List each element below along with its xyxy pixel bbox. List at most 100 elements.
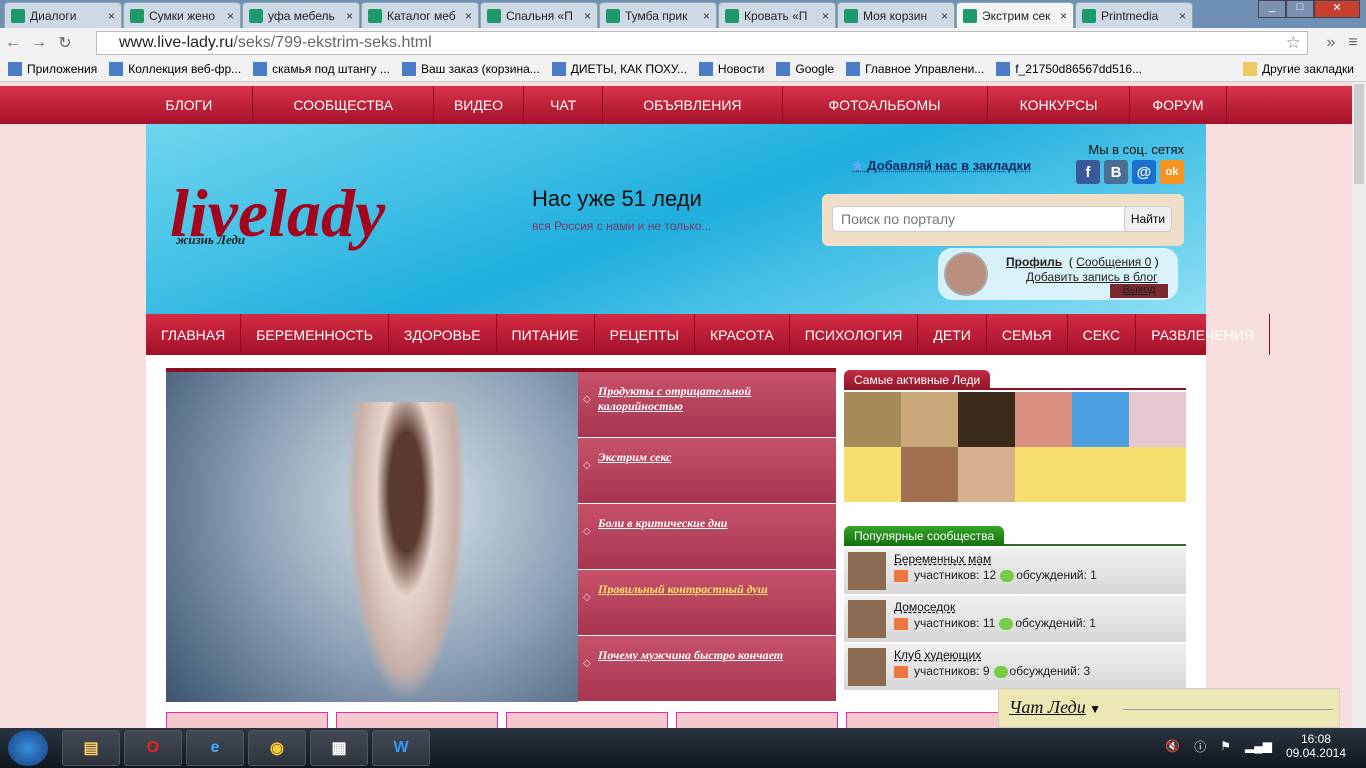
- category-nav-item[interactable]: БЕРЕМЕННОСТЬ: [241, 314, 389, 355]
- close-tab-icon[interactable]: ×: [465, 9, 472, 23]
- article-item[interactable]: Продукты с отрицательной калорийностью: [578, 372, 836, 438]
- messages-link[interactable]: Сообщения 0: [1076, 255, 1151, 269]
- tab[interactable]: Кровать «П ×: [718, 2, 836, 28]
- tab[interactable]: Диалоги ×: [4, 2, 122, 28]
- signal-icon[interactable]: ▂▄▆: [1245, 739, 1272, 753]
- bookmark-item[interactable]: f_21750d86567dd516...: [996, 62, 1142, 76]
- close-button[interactable]: ✕: [1314, 0, 1360, 18]
- category-nav-item[interactable]: ГЛАВНАЯ: [146, 314, 242, 355]
- exit-link[interactable]: Выход: [1110, 284, 1168, 298]
- opera-taskbar-icon[interactable]: O: [124, 730, 182, 766]
- community-avatar[interactable]: [848, 552, 886, 590]
- bookmark-item[interactable]: Приложения: [8, 62, 97, 76]
- volume-icon[interactable]: 🔇: [1165, 739, 1180, 753]
- word-taskbar-icon[interactable]: W: [372, 730, 430, 766]
- avatar[interactable]: [944, 252, 988, 296]
- article-link[interactable]: Правильный контрастный душ: [598, 582, 768, 596]
- close-tab-icon[interactable]: ×: [1060, 9, 1067, 23]
- community-link[interactable]: Домоседок: [894, 596, 955, 614]
- profile-link[interactable]: Профиль: [1006, 255, 1062, 269]
- lady-avatar[interactable]: [1129, 392, 1186, 447]
- tab[interactable]: Printmedia ×: [1075, 2, 1193, 28]
- menu-icon[interactable]: ≡: [1340, 34, 1366, 52]
- topnav-item[interactable]: ОБЪЯВЛЕНИЯ: [603, 86, 783, 124]
- category-nav-item[interactable]: ПСИХОЛОГИЯ: [790, 314, 919, 355]
- bookmark-item[interactable]: ДИЕТЫ, КАК ПОХУ...: [551, 62, 687, 76]
- lady-avatar[interactable]: [958, 392, 1015, 447]
- featured-photo[interactable]: [166, 372, 578, 702]
- article-item[interactable]: Экстрим секс: [578, 438, 836, 504]
- bookmark-item[interactable]: Google: [776, 62, 834, 76]
- chevron-down-icon[interactable]: ▼: [1089, 702, 1101, 716]
- bookmark-item[interactable]: Коллекция веб-фр...: [109, 62, 241, 76]
- calculator-taskbar-icon[interactable]: ▦: [310, 730, 368, 766]
- topnav-item[interactable]: СООБЩЕСТВА: [253, 86, 434, 124]
- info-icon[interactable]: ⓘ: [1194, 738, 1206, 755]
- lady-avatar[interactable]: [1015, 447, 1072, 502]
- reload-icon[interactable]: ↻: [52, 33, 78, 53]
- article-item[interactable]: Почему мужчина быстро кончает: [578, 636, 836, 702]
- article-item[interactable]: Правильный контрастный душ: [578, 570, 836, 636]
- category-nav-item[interactable]: ЗДОРОВЬЕ: [389, 314, 497, 355]
- article-item[interactable]: Боли в критические дни: [578, 504, 836, 570]
- category-nav-item[interactable]: РЕЦЕПТЫ: [595, 314, 695, 355]
- lady-avatar[interactable]: [958, 447, 1015, 502]
- search-button[interactable]: Найти: [1124, 206, 1172, 232]
- lady-avatar[interactable]: [844, 392, 901, 447]
- close-tab-icon[interactable]: ×: [703, 9, 710, 23]
- bookmark-item[interactable]: Ваш заказ (корзина...: [401, 62, 540, 76]
- bookmark-item[interactable]: Главное Управлени...: [846, 62, 984, 76]
- topnav-item[interactable]: КОНКУРСЫ: [988, 86, 1131, 124]
- category-nav-item[interactable]: РАЗВЛЕЧЕНИЯ: [1136, 314, 1270, 355]
- lady-avatar[interactable]: [1129, 447, 1186, 502]
- category-nav-item[interactable]: СЕКС: [1068, 314, 1137, 355]
- article-link[interactable]: Продукты с отрицательной калорийностью: [598, 384, 751, 413]
- tab[interactable]: Моя корзин ×: [837, 2, 955, 28]
- bookmark-item[interactable]: скамья под штангу ...: [253, 62, 390, 76]
- chat-link[interactable]: Чат Леди: [1009, 697, 1086, 717]
- close-tab-icon[interactable]: ×: [346, 9, 353, 23]
- tab[interactable]: Экстрим сек ×: [956, 2, 1074, 28]
- category-nav-item[interactable]: КРАСОТА: [695, 314, 790, 355]
- site-logo[interactable]: livelady жизнь Леди: [170, 174, 385, 253]
- url-input[interactable]: www.live-lady.ru/seks/799-ekstrim-seks.h…: [96, 31, 1308, 55]
- explorer-taskbar-icon[interactable]: ▤: [62, 730, 120, 766]
- search-input[interactable]: [832, 206, 1132, 232]
- ie-taskbar-icon[interactable]: e: [186, 730, 244, 766]
- topnav-item[interactable]: ФОРУМ: [1130, 86, 1227, 124]
- article-link[interactable]: Экстрим секс: [598, 450, 671, 464]
- clock[interactable]: 16:08 09.04.2014: [1286, 732, 1346, 760]
- topnav-item[interactable]: БЛОГИ: [125, 86, 254, 124]
- close-tab-icon[interactable]: ×: [584, 9, 591, 23]
- article-link[interactable]: Боли в критические дни: [598, 516, 727, 530]
- back-icon[interactable]: ←: [0, 34, 26, 52]
- topnav-item[interactable]: ВИДЕО: [434, 86, 525, 124]
- lady-avatar[interactable]: [901, 447, 958, 502]
- chrome-taskbar-icon[interactable]: ◉: [248, 730, 306, 766]
- lady-avatar[interactable]: [901, 392, 958, 447]
- close-tab-icon[interactable]: ×: [227, 9, 234, 23]
- category-nav-item[interactable]: СЕМЬЯ: [987, 314, 1068, 355]
- tab[interactable]: Спальня «П ×: [480, 2, 598, 28]
- add-post-link[interactable]: Добавить запись в блог: [1026, 270, 1158, 284]
- odnoklassniki-icon[interactable]: ok: [1160, 160, 1184, 184]
- mailru-icon[interactable]: @: [1132, 160, 1156, 184]
- add-bookmark-link[interactable]: ★ Добавляй нас в закладки: [852, 158, 1031, 174]
- tab[interactable]: Каталог меб ×: [361, 2, 479, 28]
- close-tab-icon[interactable]: ×: [822, 9, 829, 23]
- lady-avatar[interactable]: [1072, 447, 1129, 502]
- close-tab-icon[interactable]: ×: [941, 9, 948, 23]
- vk-icon[interactable]: B: [1104, 160, 1128, 184]
- flag-icon[interactable]: ⚑: [1220, 739, 1231, 753]
- tab[interactable]: Сумки жено ×: [123, 2, 241, 28]
- article-link[interactable]: Почему мужчина быстро кончает: [598, 648, 783, 662]
- community-avatar[interactable]: [848, 600, 886, 638]
- minimize-button[interactable]: _: [1258, 0, 1286, 18]
- forward-icon[interactable]: →: [26, 34, 52, 52]
- bookmark-item[interactable]: Новости: [698, 62, 764, 76]
- tab[interactable]: Тумба прик ×: [599, 2, 717, 28]
- facebook-icon[interactable]: f: [1076, 160, 1100, 184]
- bookmark-star-icon[interactable]: ☆: [1286, 33, 1301, 53]
- scrollbar[interactable]: [1352, 82, 1366, 728]
- start-button[interactable]: [8, 730, 48, 766]
